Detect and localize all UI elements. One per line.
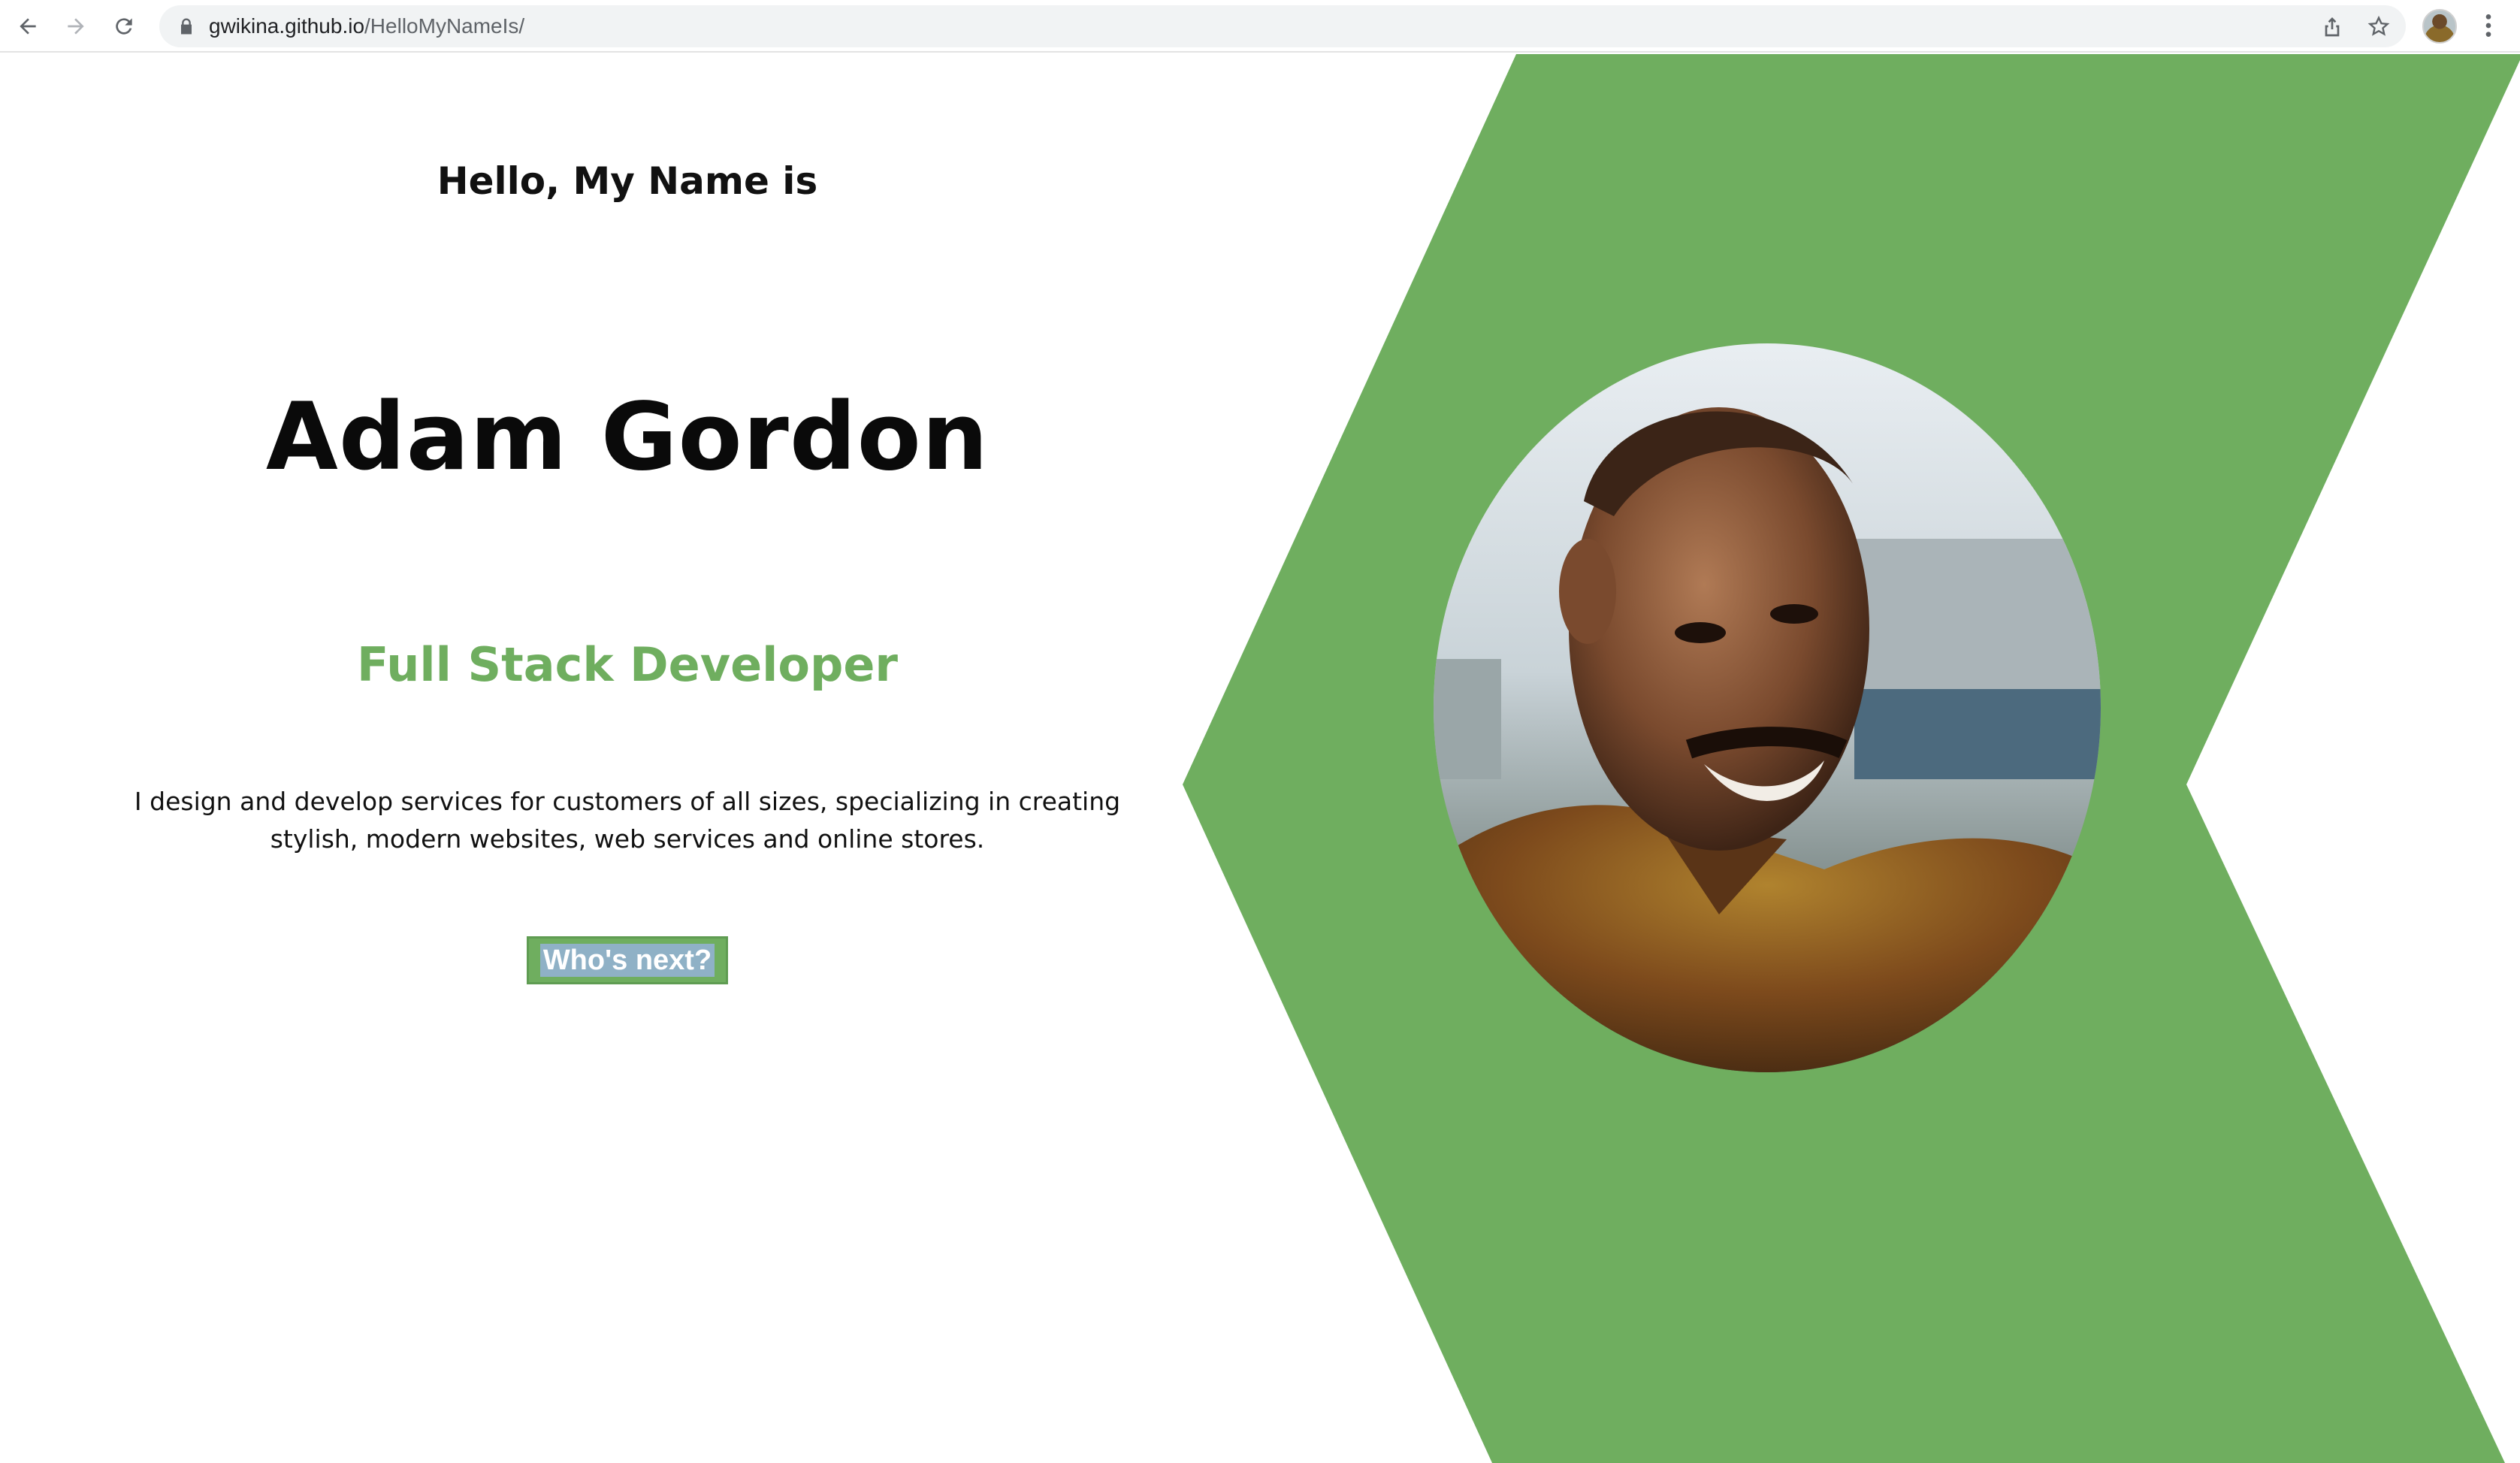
url-path: /HelloMyNameIs/ <box>364 14 525 38</box>
lock-icon <box>181 18 192 35</box>
page-content: Hello, My Name is Adam Gordon Full Stack… <box>0 54 2520 1463</box>
address-bar[interactable]: gwikina.github.io/HelloMyNameIs/ <box>159 5 2406 47</box>
url-host: gwikina.github.io <box>209 14 365 38</box>
reload-icon <box>116 18 132 35</box>
whos-next-label: Who's next? <box>539 944 715 977</box>
bio-paragraph: I design and develop services for custom… <box>134 787 1121 854</box>
reload-button[interactable] <box>107 9 141 44</box>
profile-avatar[interactable] <box>2422 9 2457 44</box>
job-title: Full Stack Developer <box>356 637 899 692</box>
forward-button[interactable] <box>59 9 93 44</box>
back-arrow-icon <box>20 18 36 35</box>
browser-toolbar: gwikina.github.io/HelloMyNameIs/ <box>0 0 2520 53</box>
profile-photo <box>1434 343 2101 1072</box>
back-button[interactable] <box>11 9 45 44</box>
share-icon[interactable] <box>2320 14 2344 38</box>
bookmark-star-icon[interactable] <box>2367 14 2391 38</box>
whos-next-button[interactable]: Who's next? <box>527 936 728 984</box>
intro-section: Hello, My Name is Adam Gordon Full Stack… <box>60 54 1195 1463</box>
person-name: Adam Gordon <box>265 383 990 491</box>
kebab-menu-icon[interactable] <box>2473 11 2503 41</box>
forward-arrow-icon <box>68 18 84 35</box>
greeting-text: Hello, My Name is <box>437 159 818 203</box>
url-text: gwikina.github.io/HelloMyNameIs/ <box>209 16 524 37</box>
